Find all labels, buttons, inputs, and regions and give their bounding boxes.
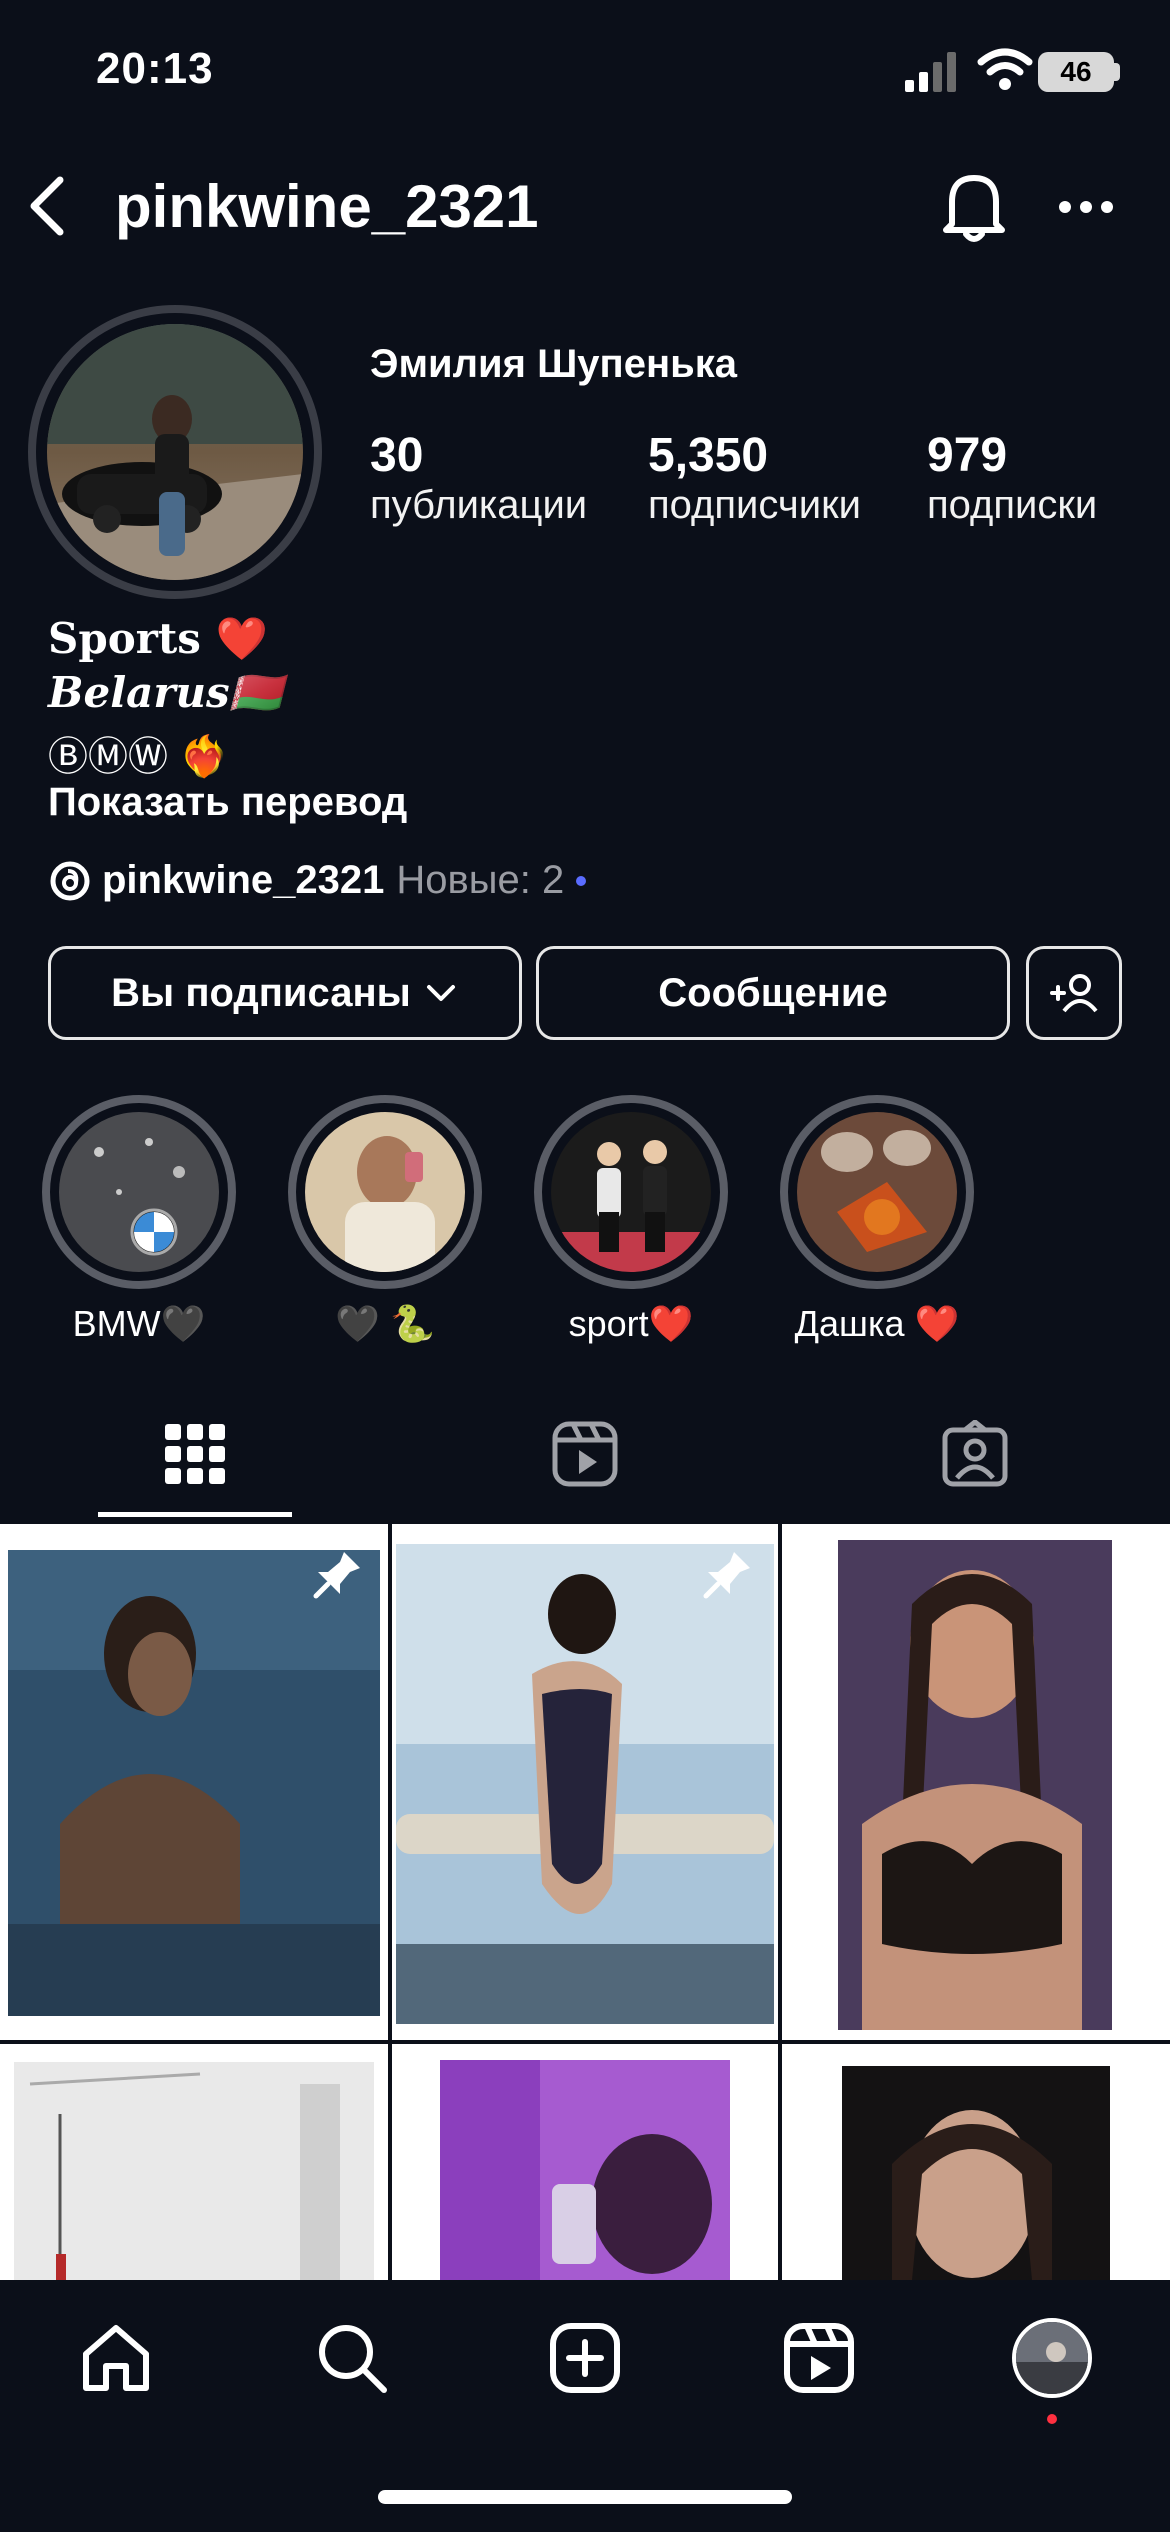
home-icon[interactable] bbox=[78, 2320, 154, 2396]
highlight-sport[interactable]: sport❤️ bbox=[534, 1095, 728, 1345]
battery-indicator: 46 bbox=[1038, 52, 1114, 92]
post-thumbnail[interactable] bbox=[782, 2044, 1170, 2280]
home-indicator bbox=[378, 2490, 792, 2504]
full-name: Эмилия Шупенька bbox=[370, 342, 737, 386]
threads-icon bbox=[50, 861, 90, 900]
post-thumbnail[interactable] bbox=[0, 1524, 388, 2040]
posts-count: 30 bbox=[370, 429, 424, 482]
threads-new-count: Новые: 2 bbox=[396, 858, 565, 902]
reels-icon[interactable] bbox=[781, 2320, 857, 2396]
highlight-cover bbox=[797, 1112, 957, 1272]
grid-tab-icon[interactable] bbox=[161, 1420, 229, 1488]
pinned-icon bbox=[313, 1552, 360, 1599]
following-count: 979 bbox=[927, 429, 1008, 482]
bio-line-sports: Sports ❤️ bbox=[48, 614, 268, 663]
posts-label: публикации bbox=[370, 483, 588, 527]
followers-count: 5,350 bbox=[648, 429, 769, 482]
following-label: подписки bbox=[927, 483, 1098, 527]
post-thumbnail[interactable] bbox=[782, 1524, 1170, 2040]
threads-badge[interactable]: pinkwine_2321 Новые: 2 bbox=[48, 858, 587, 903]
post-thumbnail[interactable] bbox=[392, 2044, 778, 2280]
pinned-icon bbox=[703, 1552, 750, 1599]
highlight-label: sport❤️ bbox=[568, 1303, 694, 1344]
post-thumbnail[interactable] bbox=[392, 1524, 778, 2040]
chevron-down-icon bbox=[426, 985, 455, 1001]
followers-label: подписчики bbox=[648, 483, 861, 527]
back-arrow-icon[interactable] bbox=[24, 174, 68, 238]
highlight-label: 🖤 🐍 bbox=[335, 1303, 435, 1344]
message-label: Сообщение bbox=[658, 970, 888, 1015]
highlight-label: Дашка ❤️ bbox=[794, 1303, 960, 1344]
wifi-icon bbox=[977, 48, 1033, 90]
highlight-label: BMW🖤 bbox=[72, 1303, 206, 1344]
tagged-tab-icon[interactable] bbox=[941, 1420, 1009, 1488]
cellular-signal-icon bbox=[905, 52, 956, 92]
reels-tab-icon[interactable] bbox=[551, 1420, 619, 1488]
highlight-2[interactable]: 🖤 🐍 bbox=[288, 1095, 482, 1345]
following-label: Вы подписаны bbox=[111, 970, 411, 1015]
following-button[interactable]: Вы подписаны bbox=[48, 946, 522, 1040]
bio-line-country: Belarus🇧🇾 bbox=[48, 668, 282, 717]
search-icon[interactable] bbox=[314, 2320, 390, 2396]
status-time: 20:13 bbox=[96, 44, 214, 93]
stat-posts[interactable]: 30 публикации bbox=[370, 428, 587, 528]
avatar-photo bbox=[47, 324, 303, 580]
add-person-icon bbox=[1050, 974, 1098, 1013]
more-options-icon[interactable] bbox=[1058, 200, 1114, 214]
highlight-cover bbox=[305, 1112, 465, 1272]
profile-username: pinkwine_2321 bbox=[115, 173, 539, 240]
suggest-people-button[interactable] bbox=[1026, 946, 1122, 1040]
bio-line-brand: ⒷⓂⓌ ❤️‍🔥 bbox=[48, 735, 229, 779]
post-thumbnail[interactable] bbox=[0, 2044, 388, 2280]
stat-followers[interactable]: 5,350 подписчики bbox=[648, 428, 861, 528]
profile-notification-dot bbox=[1047, 2414, 1057, 2424]
highlight-dashka[interactable]: Дашка ❤️ bbox=[780, 1095, 974, 1345]
notification-bell-icon[interactable] bbox=[940, 170, 1008, 244]
profile-avatar[interactable] bbox=[28, 305, 322, 599]
highlight-cover bbox=[59, 1112, 219, 1272]
new-indicator-dot bbox=[576, 875, 587, 886]
threads-handle: pinkwine_2321 bbox=[102, 858, 385, 902]
highlight-bmw[interactable]: BMW🖤 bbox=[42, 1095, 236, 1345]
show-translation-link[interactable]: Показать перевод bbox=[48, 780, 407, 825]
battery-tip bbox=[1114, 63, 1120, 81]
highlight-cover bbox=[551, 1112, 711, 1272]
message-button[interactable]: Сообщение bbox=[536, 946, 1010, 1040]
profile-tab-avatar[interactable] bbox=[1012, 2318, 1092, 2398]
create-post-icon[interactable] bbox=[547, 2320, 623, 2396]
stat-following[interactable]: 979 подписки bbox=[927, 428, 1097, 528]
active-tab-indicator bbox=[98, 1512, 292, 1517]
